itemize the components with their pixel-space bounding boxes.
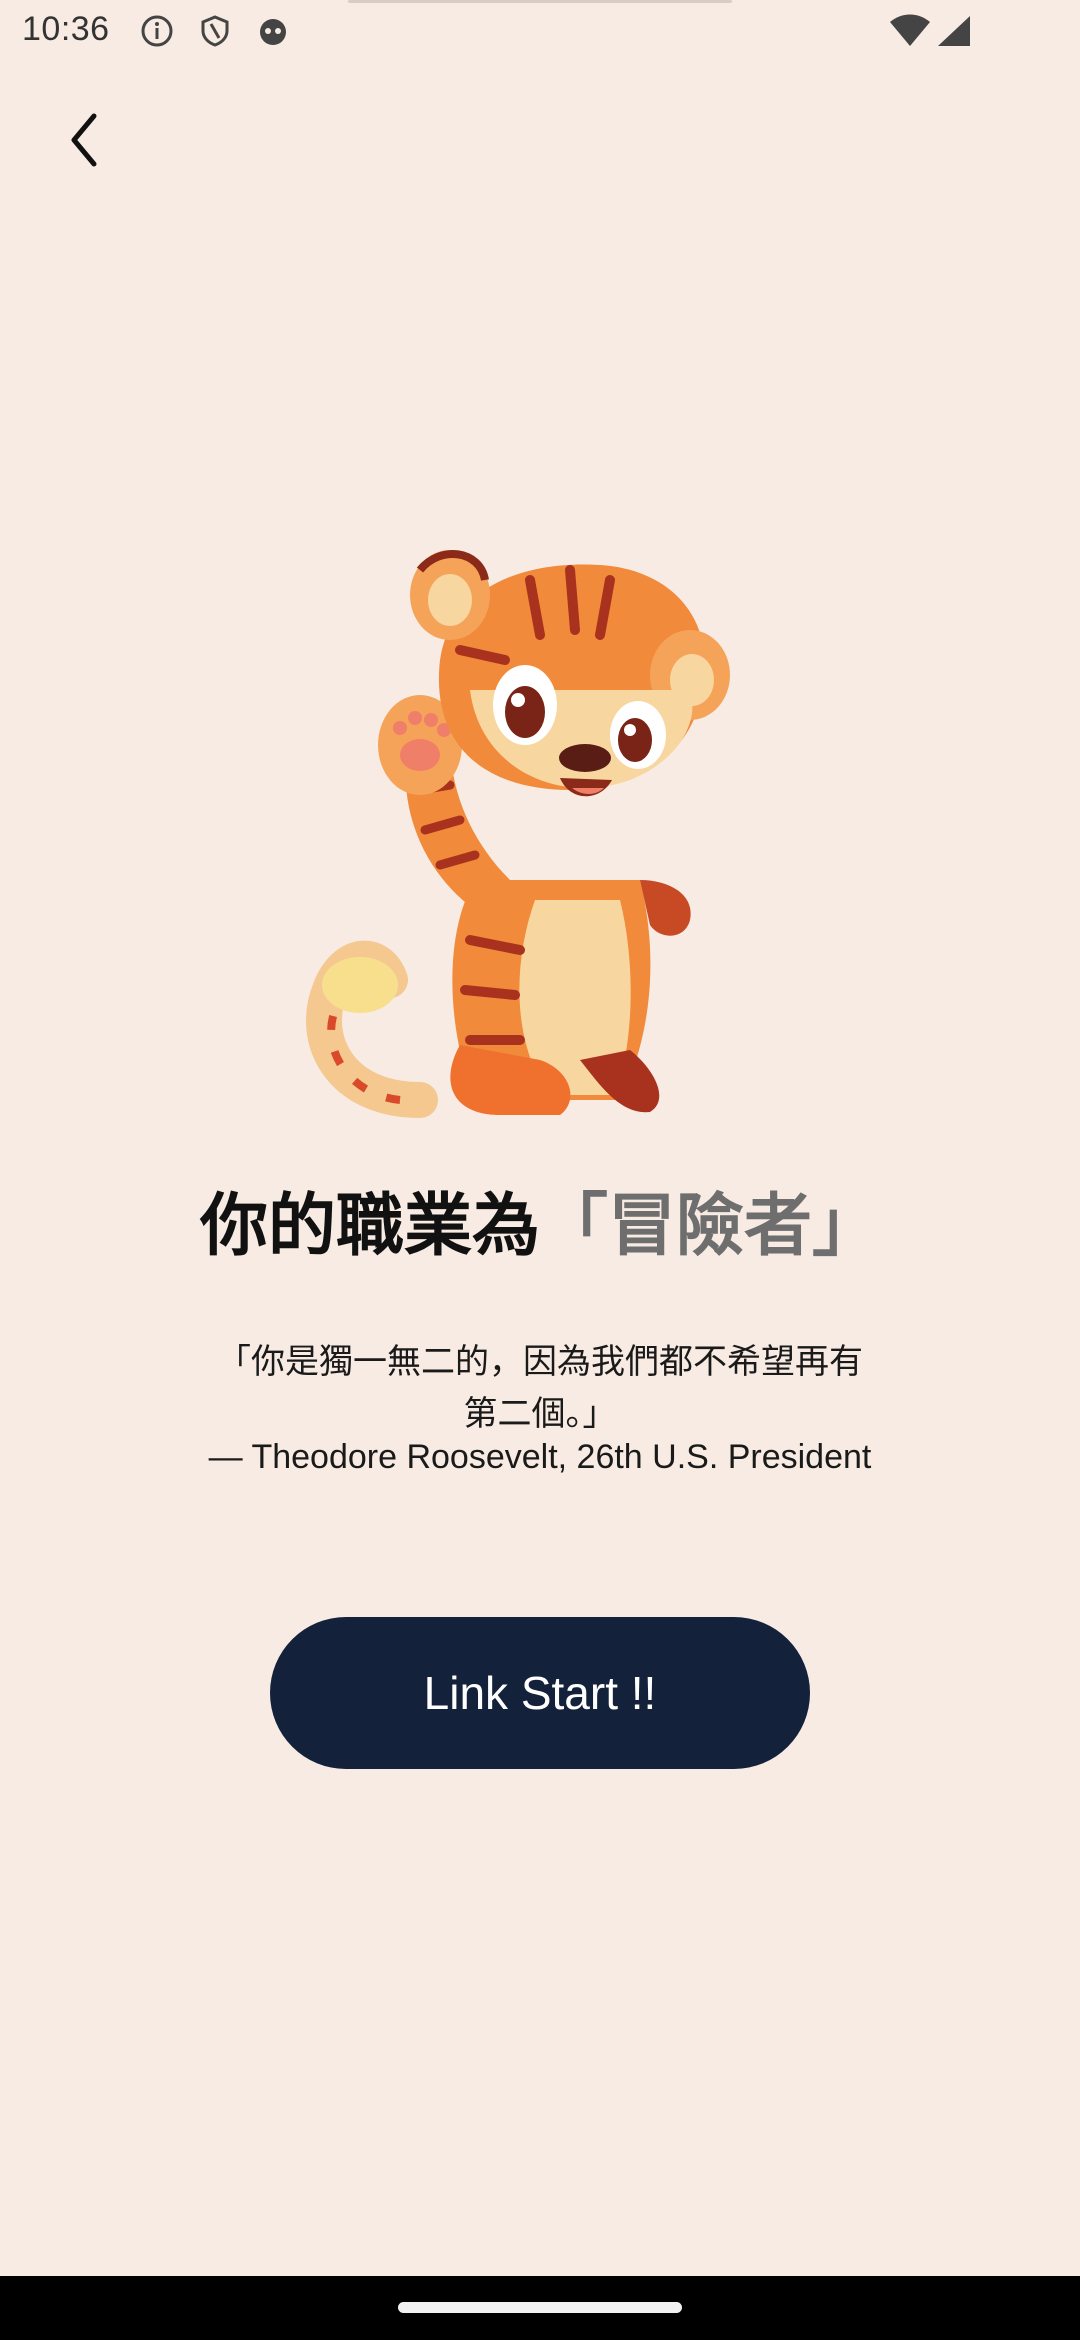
quote-line-2: 第二個。」 [463, 1395, 617, 1433]
wifi-icon [890, 14, 930, 46]
title-role: 「冒險者」 [540, 1188, 881, 1264]
status-bar: 10:36 [0, 0, 1080, 62]
quote-author: — Theodore Roosevelt, 26th U.S. Presiden… [208, 1438, 872, 1476]
title-prefix: 你的職業為 [199, 1188, 540, 1264]
cellular-signal-icon [938, 16, 970, 46]
page-title: 你的職業為「冒險者」 [0, 1170, 1080, 1269]
info-icon [141, 15, 173, 47]
shield-icon [201, 15, 229, 47]
link-start-button[interactable]: Link Start !! [270, 1617, 810, 1769]
status-time: 10:36 [22, 10, 110, 48]
quote-line-1: 「你是獨一無二的，因為我們都不希望再有 [217, 1343, 863, 1381]
notch-line [348, 0, 732, 3]
tiger-mascot-illustration [306, 550, 730, 1118]
system-nav-bar [0, 2276, 1080, 2340]
face-icon [260, 19, 286, 45]
chevron-left-icon [71, 113, 97, 167]
quote-text: 「你是獨一無二的，因為我們都不希望再有 第二個。」 [160, 1336, 920, 1440]
back-button[interactable] [48, 100, 120, 180]
home-indicator[interactable] [398, 2302, 682, 2313]
